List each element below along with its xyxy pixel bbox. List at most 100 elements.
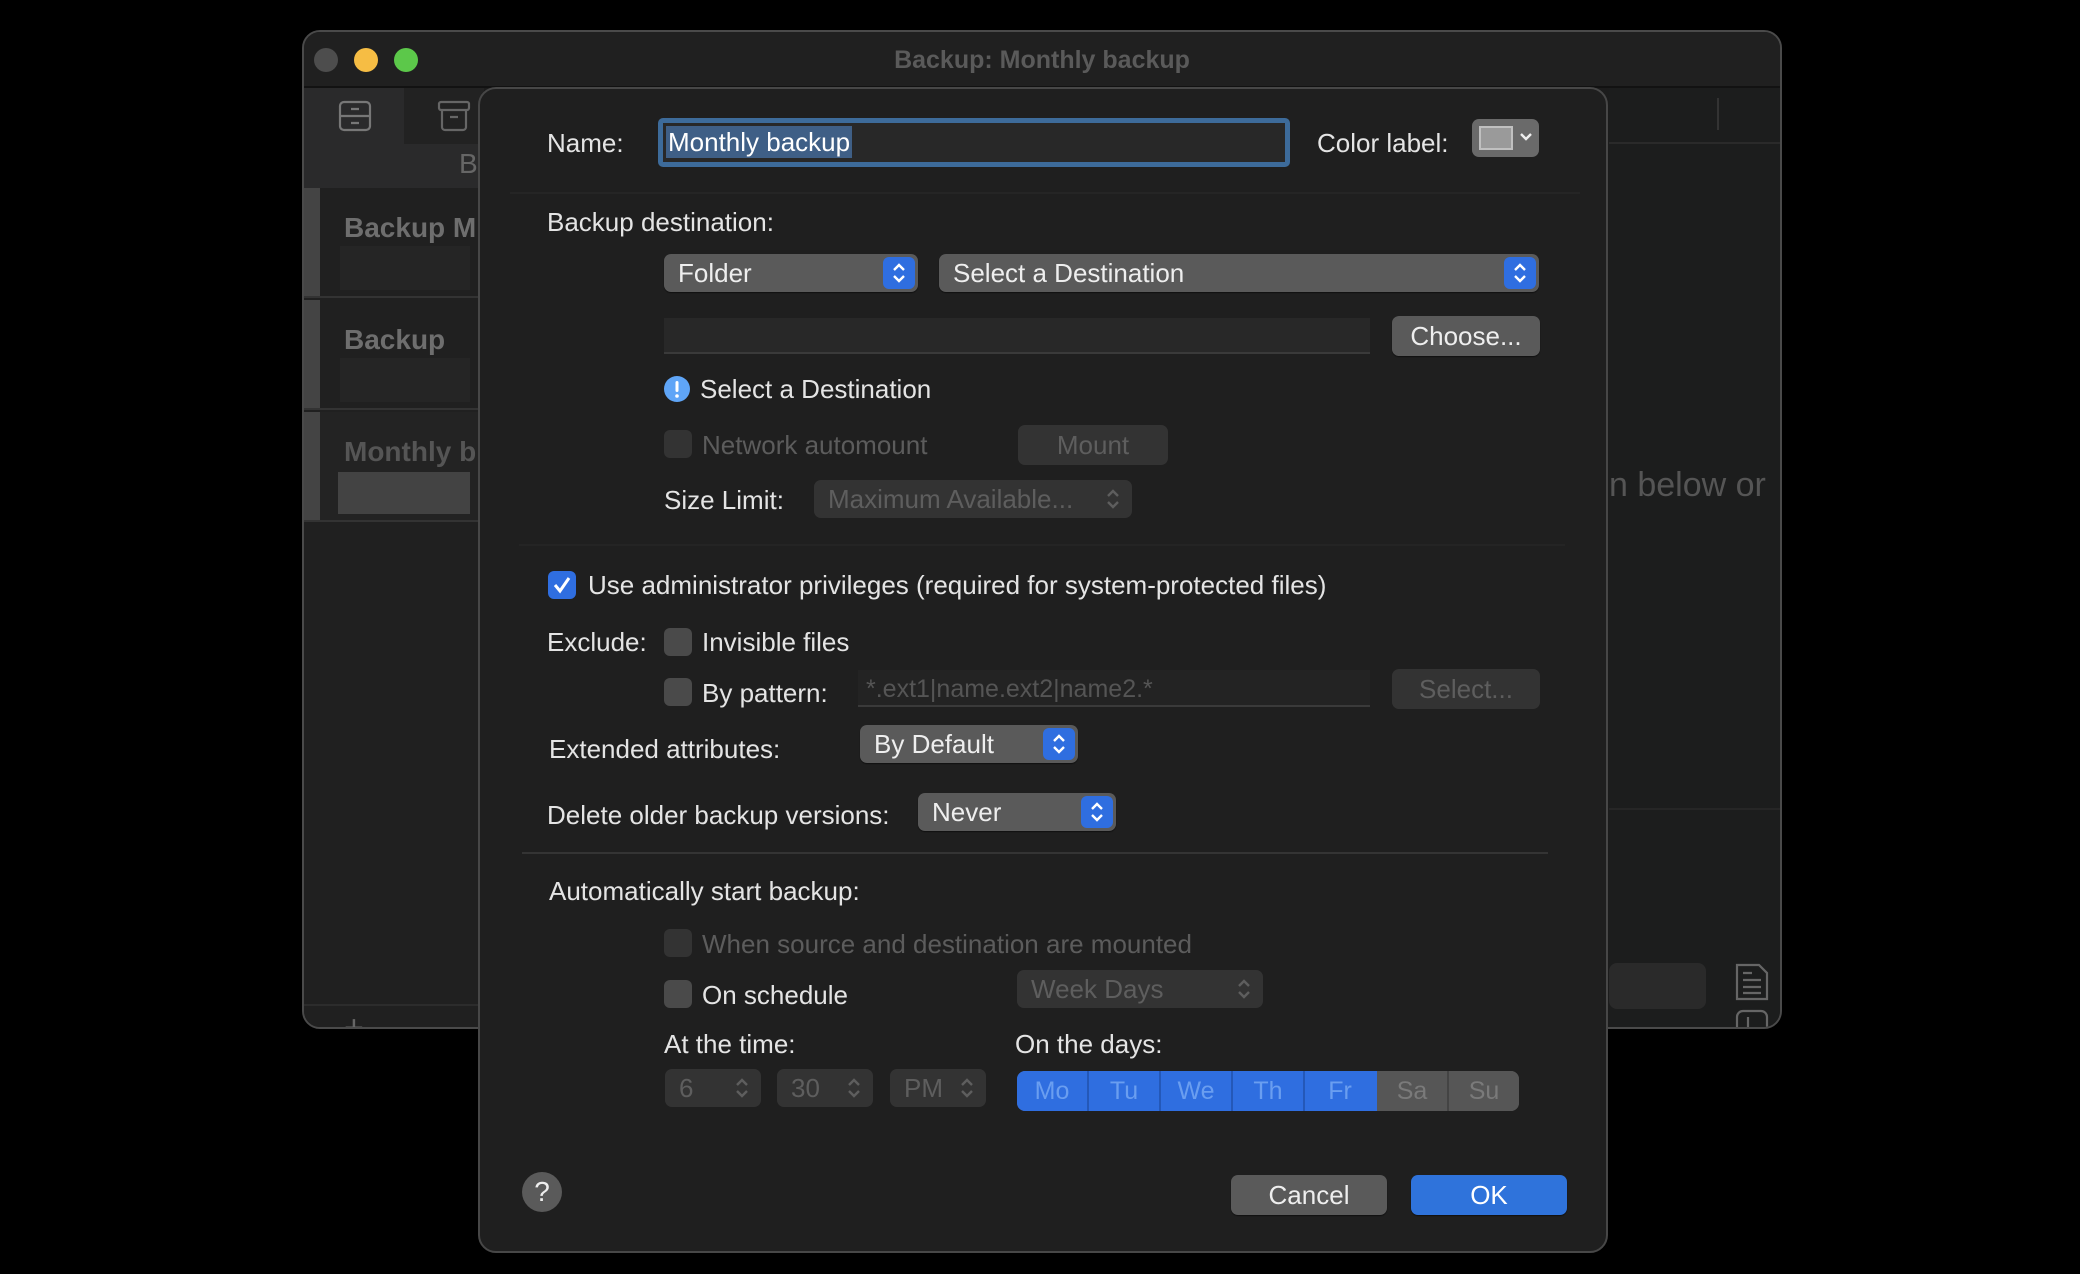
delete-older-label: Delete older backup versions: [547, 800, 890, 830]
sidebar-item-monthly-backup[interactable]: Monthly b [304, 412, 484, 522]
up-down-arrows-icon [1228, 973, 1260, 1005]
days-segmented-control: Mo Tu We Th Fr Sa Su [1017, 1071, 1519, 1111]
sidebar-header: B [304, 144, 484, 188]
item-color-bar [304, 188, 320, 296]
up-down-arrows-icon [883, 257, 915, 289]
time-hour-stepper[interactable]: 6 [665, 1069, 761, 1107]
toolbar-separator [1609, 142, 1780, 144]
sidebar-item-title: Monthly b [344, 436, 477, 467]
destination-type-popup[interactable]: Folder [664, 254, 918, 292]
backup-settings-dialog: Name: Monthly backup Color label: Backup… [478, 87, 1608, 1253]
by-pattern-label: By pattern: [702, 678, 828, 708]
name-label: Name: [547, 128, 624, 158]
sidebar-item-backup[interactable]: Backup [304, 300, 484, 410]
time-minute-value: 30 [791, 1073, 820, 1103]
by-pattern-checkbox[interactable] [664, 678, 692, 706]
sidebar-header-label: B [459, 148, 478, 179]
status-field [1609, 963, 1706, 1009]
time-ampm-stepper[interactable]: PM [890, 1069, 986, 1107]
schedule-type-value: Week Days [1031, 974, 1164, 1004]
day-segment-we[interactable]: We [1159, 1071, 1231, 1111]
size-limit-popup[interactable]: Maximum Available... [814, 480, 1132, 518]
color-label-picker[interactable] [1472, 119, 1539, 157]
sidebar-item-subtitle [340, 358, 470, 402]
archive-box-icon [437, 100, 471, 132]
item-color-bar [304, 412, 320, 520]
time-hour-value: 6 [679, 1073, 694, 1103]
up-down-arrows-icon [1081, 796, 1113, 828]
destination-path-field[interactable] [664, 318, 1370, 354]
auto-start-label: Automatically start backup: [549, 876, 860, 906]
section-divider [519, 544, 1565, 546]
content-area: n below or [1609, 88, 1780, 1029]
mount-button[interactable]: Mount [1018, 425, 1168, 465]
cancel-button[interactable]: Cancel [1231, 1175, 1387, 1215]
up-down-arrows-icon [838, 1072, 870, 1104]
choose-button[interactable]: Choose... [1392, 316, 1540, 356]
on-days-label: On the days: [1015, 1029, 1163, 1059]
section-divider [522, 852, 1548, 854]
sidebar-item-subtitle [338, 472, 470, 514]
select-pattern-button[interactable]: Select... [1392, 669, 1540, 709]
schedule-type-popup[interactable]: Week Days [1017, 970, 1263, 1008]
title-bar: Backup: Monthly backup [304, 32, 1780, 88]
sidebar-item-title: Backup M [344, 212, 477, 243]
delete-older-value: Never [932, 797, 1002, 827]
tab-archives[interactable] [404, 88, 484, 144]
section-divider [510, 192, 1580, 194]
when-mounted-label: When source and destination are mounted [702, 929, 1192, 959]
destination-select-popup[interactable]: Select a Destination [939, 254, 1539, 292]
day-segment-su[interactable]: Su [1447, 1071, 1519, 1111]
size-limit-label: Size Limit: [664, 485, 784, 515]
sidebar-item-backup-m[interactable]: Backup M [304, 188, 484, 298]
invisible-files-label: Invisible files [702, 627, 850, 657]
on-schedule-checkbox[interactable] [664, 980, 692, 1008]
pattern-input[interactable]: *.ext1|name.ext2|name2.* [858, 670, 1370, 707]
empty-state-hint: n below or [1609, 466, 1766, 504]
checkmark-icon [553, 577, 571, 594]
sidebar-item-subtitle [340, 246, 470, 290]
footer-separator [1609, 808, 1780, 810]
sidebar-item-title: Backup [344, 324, 446, 355]
name-input[interactable]: Monthly backup [658, 118, 1290, 167]
day-segment-tu[interactable]: Tu [1087, 1071, 1159, 1111]
when-mounted-checkbox[interactable] [664, 929, 692, 957]
delete-older-popup[interactable]: Never [918, 793, 1116, 831]
sidebar-footer-divider [304, 1004, 484, 1006]
schedule-clock-icon[interactable] [1735, 1009, 1769, 1029]
extended-attributes-label: Extended attributes: [549, 734, 781, 764]
color-label-label: Color label: [1317, 128, 1449, 158]
at-time-label: At the time: [664, 1029, 796, 1059]
network-automount-label: Network automount [702, 430, 928, 460]
invisible-files-checkbox[interactable] [664, 628, 692, 656]
log-document-icon[interactable] [1735, 963, 1769, 1001]
day-segment-mo[interactable]: Mo [1017, 1071, 1087, 1111]
chevron-down-icon [1520, 133, 1532, 141]
day-segment-fr[interactable]: Fr [1303, 1071, 1375, 1111]
pattern-placeholder: *.ext1|name.ext2|name2.* [866, 675, 1153, 703]
day-segment-th[interactable]: Th [1231, 1071, 1303, 1111]
up-down-arrows-icon [726, 1072, 758, 1104]
help-button[interactable]: ? [522, 1172, 562, 1212]
on-schedule-label: On schedule [702, 980, 848, 1010]
admin-privileges-checkbox[interactable] [548, 571, 576, 599]
window-title: Backup: Monthly backup [894, 46, 1190, 74]
sidebar: B Backup M Backup Monthly b + — [304, 88, 484, 1027]
item-color-bar [304, 300, 320, 408]
day-segment-sa[interactable]: Sa [1375, 1071, 1447, 1111]
up-down-arrows-icon [1097, 483, 1129, 515]
time-minute-stepper[interactable]: 30 [777, 1069, 873, 1107]
up-down-arrows-icon [1043, 728, 1075, 760]
network-automount-checkbox[interactable] [664, 430, 692, 458]
exclude-label: Exclude: [547, 627, 647, 657]
toolbar-divider [1717, 98, 1719, 130]
tab-backups[interactable] [304, 88, 404, 144]
add-icon[interactable]: + [344, 1008, 364, 1027]
drawer-icon [338, 100, 372, 132]
extended-attributes-popup[interactable]: By Default [860, 725, 1078, 763]
remove-icon[interactable]: — [416, 1006, 442, 1027]
info-exclamation-icon [664, 376, 690, 402]
up-down-arrows-icon [951, 1072, 983, 1104]
ok-button[interactable]: OK [1411, 1175, 1567, 1215]
time-ampm-value: PM [904, 1073, 943, 1103]
